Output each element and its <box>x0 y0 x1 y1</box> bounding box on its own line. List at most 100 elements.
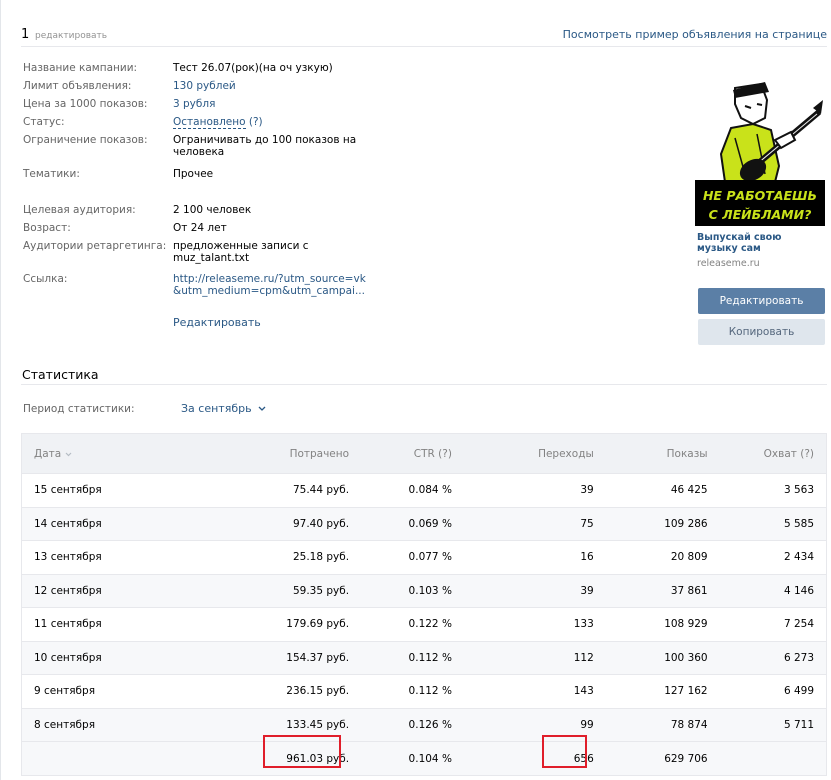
ad-header: 1 редактировать Посмотреть пример объявл… <box>21 27 827 47</box>
campaign-name-value: Тест 26.07(рок)(на оч узкую) <box>173 62 333 74</box>
table-row: 13 сентября 25.18 руб. 0.077 % 16 20 809… <box>21 540 827 575</box>
cell-spent: 179.69 руб. <box>151 607 362 642</box>
cell-impressions: 78 874 <box>605 708 720 742</box>
field-label: Аудитории ретаргетинга: <box>23 240 167 252</box>
ad-campaign-page: 1 редактировать Посмотреть пример объявл… <box>0 0 831 780</box>
table-row: 11 сентября 179.69 руб. 0.122 % 133 108 … <box>21 607 827 642</box>
cell-reach: 2 434 <box>719 540 827 575</box>
cell-date: 15 сентября <box>21 473 152 508</box>
edit-campaign-link[interactable]: Редактировать <box>173 317 363 329</box>
table-row: 14 сентября 97.40 руб. 0.069 % 75 109 28… <box>21 507 827 541</box>
ad-limit-value[interactable]: 130 рублей <box>173 80 363 92</box>
col-impressions[interactable]: Показы <box>605 433 720 474</box>
total-ctr: 0.104 % <box>361 741 464 776</box>
table-row: 15 сентября 75.44 руб. 0.084 % 39 46 425… <box>21 473 827 508</box>
chevron-down-icon <box>258 406 266 411</box>
cell-ctr: 0.103 % <box>361 574 464 608</box>
copy-ad-button[interactable]: Копировать <box>698 319 825 345</box>
ad-url-link[interactable]: http://releaseme.ru/?utm_source=vk&utm_m… <box>173 273 373 297</box>
cell-spent: 236.15 руб. <box>151 674 362 709</box>
cell-clicks: 16 <box>463 540 606 575</box>
edit-ad-button[interactable]: Редактировать <box>698 288 825 314</box>
cell-clicks: 133 <box>463 607 606 642</box>
col-spent[interactable]: Потрачено <box>151 433 362 474</box>
cell-spent: 75.44 руб. <box>151 473 362 508</box>
total-reach <box>719 741 827 776</box>
statistics-heading: Статистика <box>21 367 827 385</box>
preview-ad-link[interactable]: Посмотреть пример объявления на странице <box>563 28 827 41</box>
period-value: За сентябрь <box>181 402 252 415</box>
ad-number: 1 <box>21 27 30 42</box>
field-label: Название кампании: <box>23 62 138 74</box>
cell-impressions: 100 360 <box>605 641 720 675</box>
age-value: От 24 лет <box>173 222 227 234</box>
field-label: Целевая аудитория: <box>23 204 136 216</box>
cell-date: 12 сентября <box>21 574 152 608</box>
table-row: 10 сентября 154.37 руб. 0.112 % 112 100 … <box>21 641 827 675</box>
field-label: Ограничение показов: <box>23 134 148 146</box>
period-label: Период статистики: <box>23 403 135 415</box>
cell-clicks: 39 <box>463 574 606 608</box>
banner-line-1: НЕ РАБОТАЕШЬ <box>703 188 817 203</box>
field-label: Лимит объявления: <box>23 80 132 92</box>
period-dropdown[interactable]: За сентябрь <box>181 402 266 415</box>
cell-date: 11 сентября <box>21 607 152 642</box>
cell-date: 10 сентября <box>21 641 152 675</box>
cell-reach: 5 711 <box>719 708 827 742</box>
cell-date: 14 сентября <box>21 507 152 541</box>
cell-ctr: 0.112 % <box>361 641 464 675</box>
cell-reach: 3 563 <box>719 473 827 508</box>
cpm-price-value[interactable]: 3 рубля <box>173 98 363 110</box>
edit-ad-link[interactable]: редактировать <box>35 31 107 41</box>
ad-title[interactable]: Выпускай свою музыку сам <box>697 232 825 254</box>
col-reach[interactable]: Охват (?) <box>719 433 827 474</box>
status-help-icon[interactable]: (?) <box>249 116 263 128</box>
retargeting-value: предложенные записи с muz_talant.txt <box>173 240 309 264</box>
field-label: Цена за 1000 показов: <box>23 98 148 110</box>
cell-impressions: 108 929 <box>605 607 720 642</box>
ad-banner-text: НЕ РАБОТАЕШЬ С ЛЕЙБЛАМИ? <box>695 180 825 226</box>
cell-spent: 154.37 руб. <box>151 641 362 675</box>
table-row: 8 сентября 133.45 руб. 0.126 % 99 78 874… <box>21 708 827 742</box>
cell-ctr: 0.122 % <box>361 607 464 642</box>
cell-impressions: 20 809 <box>605 540 720 575</box>
status-link[interactable]: Остановлено <box>173 116 246 129</box>
cell-ctr: 0.084 % <box>361 473 464 508</box>
cell-spent: 25.18 руб. <box>151 540 362 575</box>
cell-reach: 5 585 <box>719 507 827 541</box>
cell-ctr: 0.069 % <box>361 507 464 541</box>
cell-impressions: 46 425 <box>605 473 720 508</box>
cell-impressions: 37 861 <box>605 574 720 608</box>
statistics-table: Дата Потрачено CTR (?) Переходы Показы О… <box>21 433 827 776</box>
highlight-total-clicks <box>542 735 587 768</box>
cell-spent: 59.35 руб. <box>151 574 362 608</box>
frequency-limit-value: Ограничивать до 100 показов на человека <box>173 134 357 158</box>
cell-clicks: 75 <box>463 507 606 541</box>
cell-clicks: 112 <box>463 641 606 675</box>
sort-chevron-icon <box>65 452 71 456</box>
target-audience-value: 2 100 человек <box>173 204 252 216</box>
col-clicks[interactable]: Переходы <box>463 433 606 474</box>
topics-value: Прочее <box>173 168 214 180</box>
cell-reach: 6 499 <box>719 674 827 709</box>
table-row: 12 сентября 59.35 руб. 0.103 % 39 37 861… <box>21 574 827 608</box>
total-impressions: 629 706 <box>605 741 720 776</box>
table-header-row: Дата Потрачено CTR (?) Переходы Показы О… <box>21 433 827 474</box>
cell-impressions: 109 286 <box>605 507 720 541</box>
highlight-total-spent <box>263 735 341 768</box>
table-total-row: 961.03 руб. 0.104 % 656 629 706 <box>21 741 827 776</box>
ad-domain: releaseme.ru <box>697 258 760 269</box>
field-label: Возраст: <box>23 222 71 234</box>
field-label: Ссылка: <box>23 273 68 285</box>
cell-spent: 97.40 руб. <box>151 507 362 541</box>
cell-reach: 4 146 <box>719 574 827 608</box>
field-label: Статус: <box>23 116 65 128</box>
col-date[interactable]: Дата <box>21 433 152 474</box>
cell-impressions: 127 162 <box>605 674 720 709</box>
field-label: Тематики: <box>23 168 80 180</box>
cell-reach: 7 254 <box>719 607 827 642</box>
cell-date: 13 сентября <box>21 540 152 575</box>
col-ctr[interactable]: CTR (?) <box>361 433 464 474</box>
cell-clicks: 39 <box>463 473 606 508</box>
table-row: 9 сентября 236.15 руб. 0.112 % 143 127 1… <box>21 674 827 709</box>
